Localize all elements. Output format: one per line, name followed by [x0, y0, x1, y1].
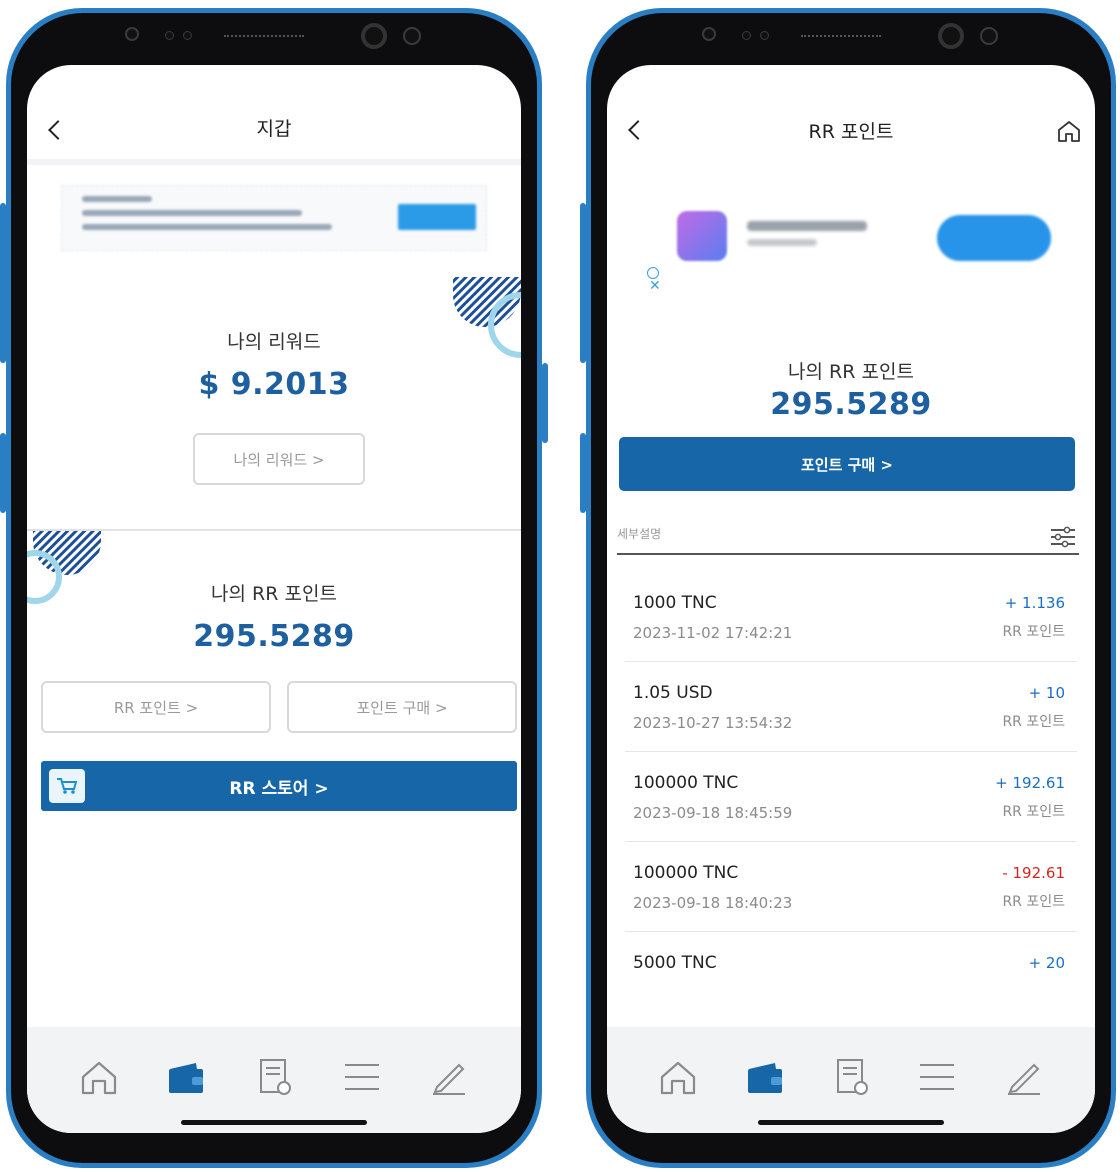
tx-unit: RR 포인트	[1002, 624, 1065, 640]
filter-icon[interactable]	[1049, 525, 1077, 549]
back-arrow-icon[interactable]	[628, 120, 648, 140]
receipt-icon[interactable]	[254, 1057, 294, 1097]
tx-unit: RR 포인트	[1002, 804, 1065, 820]
rr-points-label: 나의 RR 포인트	[211, 583, 337, 605]
tx-unit: RR 포인트	[1002, 894, 1065, 910]
menu-icon[interactable]	[917, 1057, 957, 1097]
tx-amount: + 192.61	[995, 774, 1065, 792]
tx-name: 1.05 USD	[633, 683, 713, 703]
bottom-tab-bar	[607, 1027, 1095, 1133]
tx-date: 2023-09-18 18:45:59	[633, 804, 793, 822]
cart-icon	[49, 769, 85, 803]
rewards-label: 나의 리워드	[227, 331, 321, 353]
home-indicator	[758, 1120, 944, 1125]
buy-points-button[interactable]: 포인트 구매 >	[619, 437, 1075, 491]
ad-banner[interactable]	[61, 185, 487, 251]
buy-points-button[interactable]: 포인트 구매 >	[287, 681, 517, 733]
tx-amount: + 1.136	[1004, 594, 1065, 612]
details-divider	[617, 553, 1079, 555]
menu-icon[interactable]	[342, 1057, 382, 1097]
page-title: 지갑	[256, 117, 292, 140]
rr-store-button[interactable]: RR 스토어 >	[41, 761, 517, 811]
wallet-icon[interactable]	[745, 1057, 785, 1097]
details-label: 세부설명	[617, 527, 662, 541]
app-header: 지갑	[27, 65, 521, 165]
tx-name: 100000 TNC	[633, 773, 739, 793]
rr-store-label: RR 스토어 >	[229, 778, 329, 799]
my-rewards-button[interactable]: 나의 리워드 >	[193, 433, 365, 485]
phone-frame-right: RR 포인트 ✕ 나의 RR 포인트 295.5289 포인트 구매 > 세부설…	[580, 8, 1116, 1168]
home-icon[interactable]	[1057, 119, 1081, 143]
tx-date: 2023-10-27 13:54:32	[633, 714, 793, 732]
phone-notch	[109, 13, 439, 63]
home-icon[interactable]	[658, 1057, 698, 1097]
back-arrow-icon[interactable]	[48, 120, 68, 140]
ad-install-button[interactable]	[937, 215, 1051, 261]
tx-amount: - 192.61	[1002, 864, 1065, 882]
tx-name: 100000 TNC	[633, 863, 739, 883]
rr-points-screen: RR 포인트 ✕ 나의 RR 포인트 295.5289 포인트 구매 > 세부설…	[607, 65, 1095, 1133]
wallet-screen: 지갑 나의 리워드 $ 9.2013 나의 리워드 > 나의 RR 포인트 29…	[27, 65, 521, 1133]
bottom-tab-bar	[27, 1027, 521, 1133]
ad-close-icon[interactable]: ✕	[649, 279, 661, 293]
tx-unit: RR 포인트	[1002, 714, 1065, 730]
home-icon[interactable]	[79, 1057, 119, 1097]
wallet-icon[interactable]	[166, 1057, 206, 1097]
ad-banner[interactable]	[647, 201, 1067, 281]
edit-icon[interactable]	[1004, 1057, 1044, 1097]
rr-points-label: 나의 RR 포인트	[788, 361, 914, 383]
ad-app-icon	[677, 211, 727, 261]
tx-name: 5000 TNC	[633, 953, 717, 973]
tx-amount: + 10	[1028, 684, 1065, 702]
rr-points-amount: 295.5289	[193, 619, 355, 654]
app-header: RR 포인트	[607, 65, 1095, 165]
tx-name: 1000 TNC	[633, 593, 717, 613]
tx-date: 2023-09-18 18:40:23	[633, 894, 793, 912]
home-indicator	[181, 1120, 367, 1125]
phone-frame-left: 지갑 나의 리워드 $ 9.2013 나의 리워드 > 나의 RR 포인트 29…	[0, 8, 548, 1168]
rr-points-amount: 295.5289	[770, 387, 932, 422]
edit-icon[interactable]	[429, 1057, 469, 1097]
rewards-amount: $ 9.2013	[198, 367, 350, 402]
page-title: RR 포인트	[808, 120, 894, 143]
tx-date: 2023-11-02 17:42:21	[633, 624, 793, 642]
rr-points-button[interactable]: RR 포인트 >	[41, 681, 271, 733]
receipt-icon[interactable]	[831, 1057, 871, 1097]
buy-points-label: 포인트 구매 >	[800, 455, 893, 474]
tx-amount: + 20	[1028, 954, 1065, 972]
phone-notch	[686, 13, 1016, 63]
